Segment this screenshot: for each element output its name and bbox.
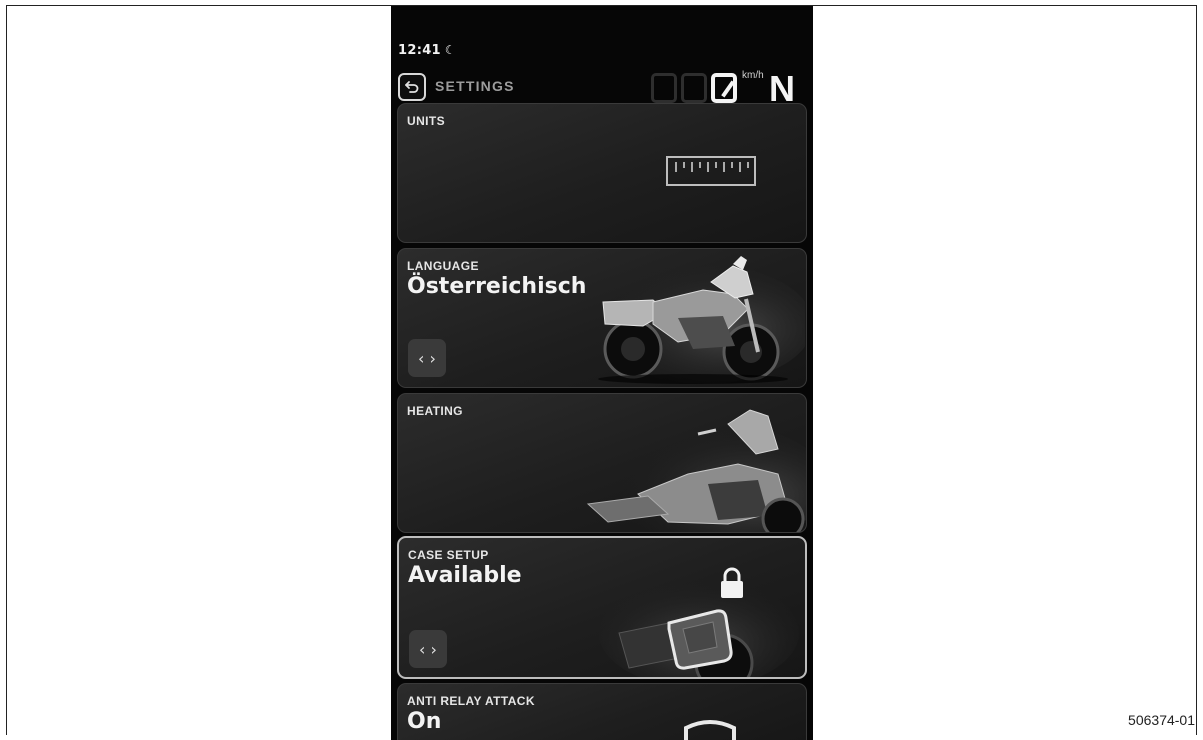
speedometer: km/h N [651,68,811,108]
back-arrow-icon [405,81,419,93]
language-value: Österreichisch [407,274,587,299]
card-label: UNITS [407,114,445,128]
ruler-icon [666,156,756,186]
status-bar: 12:41 ☾ [398,43,456,58]
card-label: CASE SETUP [408,548,489,562]
moon-icon: ☾ [444,43,456,57]
page-title: SETTINGS [435,78,515,94]
card-label: ANTI RELAY ATTACK [407,694,535,708]
left-right-chevrons-icon[interactable]: ‹ › [408,339,446,377]
units-card[interactable]: UNITS [397,103,807,243]
motorcycle-image [593,256,805,384]
case-setup-value: Available [408,563,522,588]
clock: 12:41 [398,43,441,58]
heating-card[interactable]: HEATING [397,393,807,533]
reference-number: 506374-01 [1128,712,1195,728]
left-right-chevrons-icon[interactable]: ‹ › [409,630,447,668]
speed-digit-inactive [681,73,707,103]
speed-unit: km/h [742,70,764,81]
shield-icon [684,720,736,740]
card-label: LANGUAGE [407,259,479,273]
dashboard-screen: 12:41 ☾ SETTINGS km/h N UNITS LANGUAGE Ö… [391,6,813,740]
side-case-image [599,578,799,677]
anti-relay-attack-card[interactable]: ANTI RELAY ATTACK On [397,683,807,740]
card-label: HEATING [407,404,463,418]
back-button[interactable] [398,73,426,101]
case-setup-card[interactable]: CASE SETUP Available ‹ › [397,536,807,679]
anti-relay-value: On [407,709,442,734]
speed-digit-active [711,73,737,103]
speed-digit-inactive [651,73,677,103]
language-card[interactable]: LANGUAGE Österreichisch ‹ › [397,248,807,388]
lock-icon [721,567,743,598]
motorcycle-image [586,409,806,532]
